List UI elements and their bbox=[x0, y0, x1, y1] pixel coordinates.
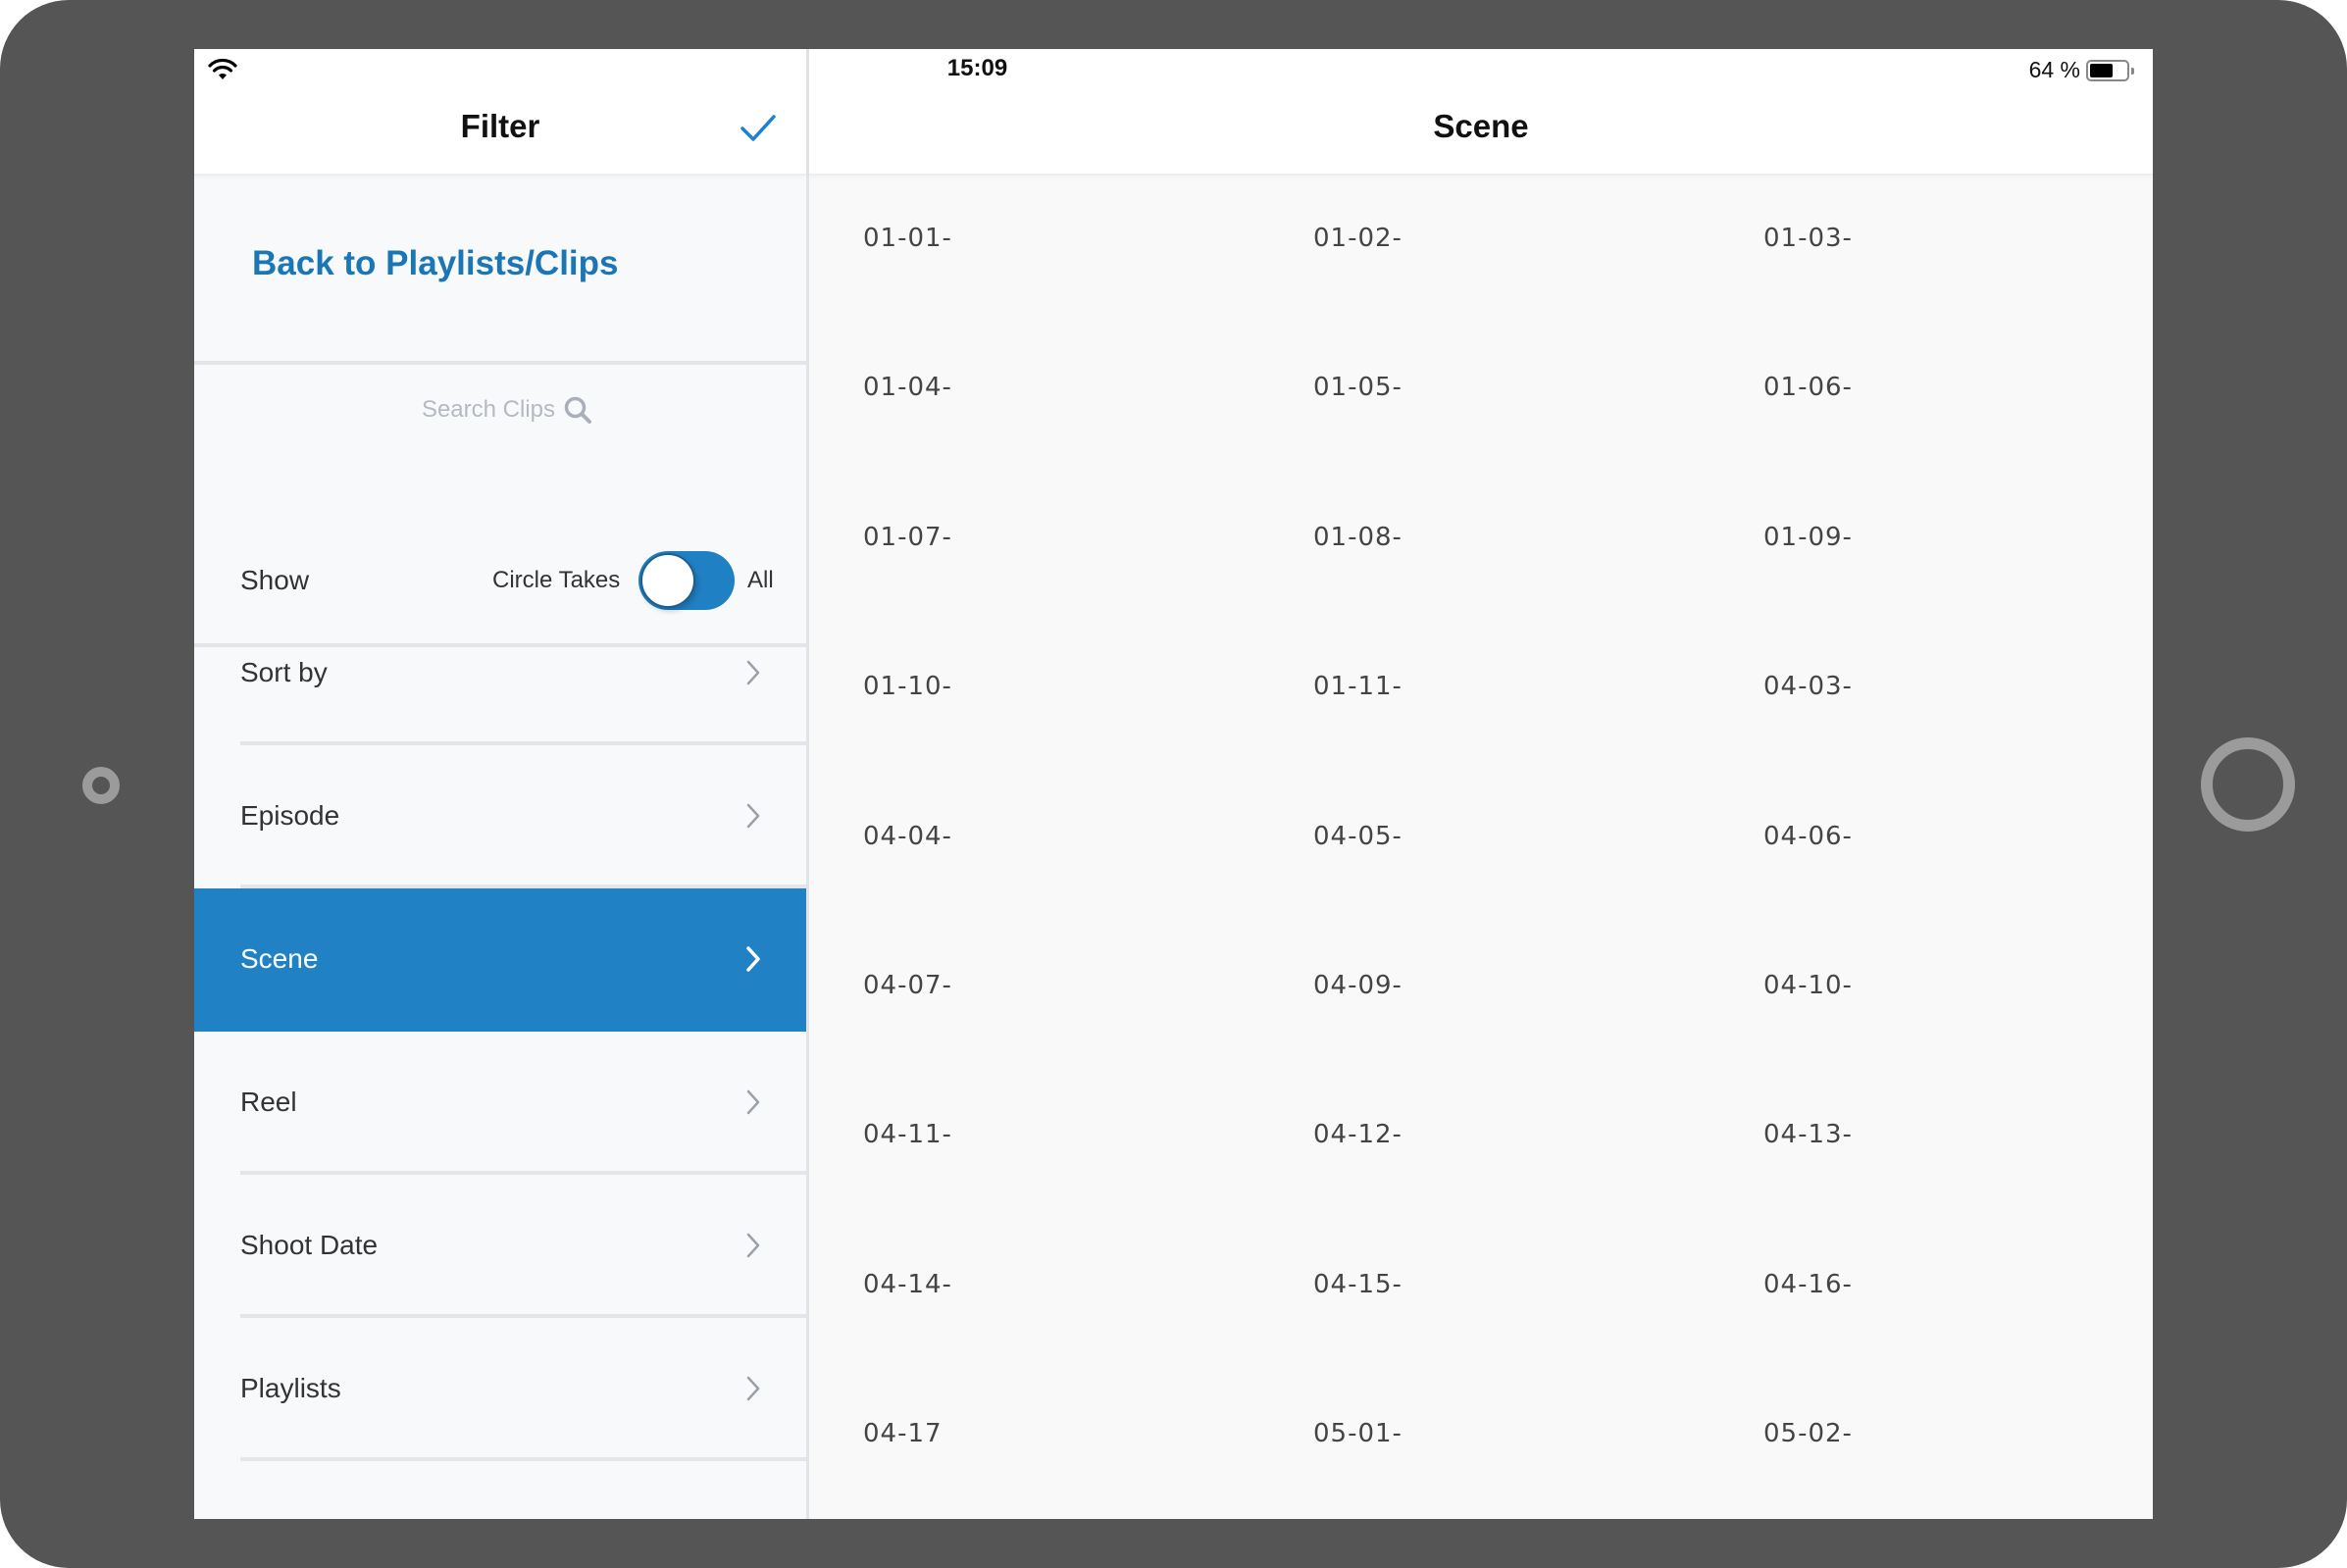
menu-item-label: Sort by bbox=[240, 657, 328, 687]
toggle-knob[interactable] bbox=[640, 553, 695, 608]
scene-item[interactable]: 04-07- bbox=[863, 971, 1313, 1010]
scene-item[interactable]: 04-16- bbox=[1763, 1270, 2153, 1309]
back-section: Back to Playlists/Clips bbox=[194, 176, 806, 365]
scene-item[interactable]: 04-15- bbox=[1313, 1270, 1763, 1309]
scene-item[interactable]: 04-17 bbox=[863, 1419, 1313, 1458]
menu-item-playlists[interactable]: Playlists bbox=[194, 1318, 806, 1461]
scene-item[interactable]: 05-02- bbox=[1763, 1419, 2153, 1458]
search-icon[interactable] bbox=[563, 395, 592, 425]
tablet-bezel: 15:09 64 % Filter Back to Playlists/Clip… bbox=[0, 0, 2347, 1568]
status-time-wrap: 15:09 bbox=[194, 55, 2153, 82]
home-button[interactable] bbox=[2201, 737, 2295, 832]
scene-item[interactable]: 04-12- bbox=[1313, 1120, 1763, 1159]
chevron-right-icon bbox=[746, 946, 760, 972]
scene-item[interactable]: 01-01- bbox=[863, 224, 1313, 263]
menu-item-label: Shoot Date bbox=[240, 1230, 379, 1260]
chevron-right-icon bbox=[746, 1376, 760, 1401]
filter-menu: Sort by Episode Scene Reel Shoot Date Playlis… bbox=[194, 602, 806, 1461]
scene-item[interactable]: 01-05- bbox=[1313, 373, 1763, 412]
scene-item[interactable]: 04-10- bbox=[1763, 971, 2153, 1010]
scene-item[interactable]: 04-11- bbox=[863, 1120, 1313, 1159]
menu-separator bbox=[240, 1457, 806, 1461]
search-clips bbox=[194, 371, 806, 449]
menu-item-sort-by[interactable]: Sort by bbox=[194, 602, 806, 745]
battery-icon bbox=[2086, 59, 2134, 81]
scene-item[interactable]: 01-07- bbox=[863, 523, 1313, 562]
scene-item[interactable]: 01-08- bbox=[1313, 523, 1763, 562]
scene-item[interactable]: 04-05- bbox=[1313, 822, 1763, 861]
scene-grid: 01-01- 01-02- 01-03- 01-04- 01-05- 01-06- 01-0… bbox=[863, 224, 2153, 1519]
menu-item-episode[interactable]: Episode bbox=[194, 745, 806, 888]
menu-item-label: Reel bbox=[240, 1087, 297, 1117]
menu-item-label: Episode bbox=[240, 800, 340, 831]
status-bar: 15:09 64 % bbox=[194, 49, 2153, 92]
filter-title: Filter bbox=[460, 108, 540, 144]
show-label: Show bbox=[240, 565, 310, 595]
scene-item[interactable]: 04-13- bbox=[1763, 1120, 2153, 1159]
scene-item[interactable]: 01-06- bbox=[1763, 373, 2153, 412]
back-to-playlists-link[interactable]: Back to Playlists/Clips bbox=[252, 244, 618, 283]
scene-item[interactable]: 05-01- bbox=[1313, 1419, 1763, 1458]
scene-item[interactable]: 01-03- bbox=[1763, 224, 2153, 263]
chevron-right-icon bbox=[746, 1089, 760, 1115]
menu-item-label: Playlists bbox=[240, 1373, 341, 1403]
scene-item[interactable]: 04-09- bbox=[1313, 971, 1763, 1010]
battery-indicator: 64 % bbox=[2028, 57, 2134, 83]
search-input[interactable] bbox=[408, 396, 555, 424]
scene-item[interactable]: 01-04- bbox=[863, 373, 1313, 412]
battery-fill bbox=[2090, 63, 2114, 77]
scene-item[interactable]: 01-02- bbox=[1313, 224, 1763, 263]
status-time: 15:09 bbox=[946, 55, 1008, 81]
menu-item-reel[interactable]: Reel bbox=[194, 1032, 806, 1175]
scene-item[interactable]: 04-06- bbox=[1763, 822, 2153, 861]
menu-item-shoot-date[interactable]: Shoot Date bbox=[194, 1175, 806, 1318]
scene-item[interactable]: 04-14- bbox=[863, 1270, 1313, 1309]
chevron-right-icon bbox=[746, 1233, 760, 1258]
scene-item[interactable]: 01-11- bbox=[1313, 672, 1763, 711]
chevron-right-icon bbox=[746, 803, 760, 829]
battery-cap bbox=[2131, 67, 2134, 75]
circle-takes-label: Circle Takes bbox=[492, 567, 621, 593]
screen: 15:09 64 % Filter Back to Playlists/Clip… bbox=[194, 49, 2153, 1519]
menu-item-label: Scene bbox=[240, 943, 319, 974]
chevron-right-icon bbox=[746, 660, 760, 685]
front-camera bbox=[82, 767, 120, 804]
scene-item[interactable]: 01-10- bbox=[863, 672, 1313, 711]
menu-item-scene[interactable]: Scene bbox=[194, 888, 806, 1032]
scene-item[interactable]: 04-03- bbox=[1763, 672, 2153, 711]
scene-title: Scene bbox=[1433, 108, 1529, 144]
battery-percent: 64 % bbox=[2028, 57, 2080, 82]
all-label: All bbox=[747, 567, 774, 593]
scene-item[interactable]: 01-09- bbox=[1763, 523, 2153, 562]
show-toggle[interactable] bbox=[638, 551, 735, 610]
scene-panel: Scene 01-01- 01-02- 01-03- 01-04- 01-05- 01-0… bbox=[809, 49, 2153, 1519]
filter-panel: Filter Back to Playlists/Clips Show Circ… bbox=[194, 49, 809, 1519]
checkmark-icon[interactable] bbox=[740, 114, 777, 143]
scene-item[interactable]: 04-04- bbox=[863, 822, 1313, 861]
